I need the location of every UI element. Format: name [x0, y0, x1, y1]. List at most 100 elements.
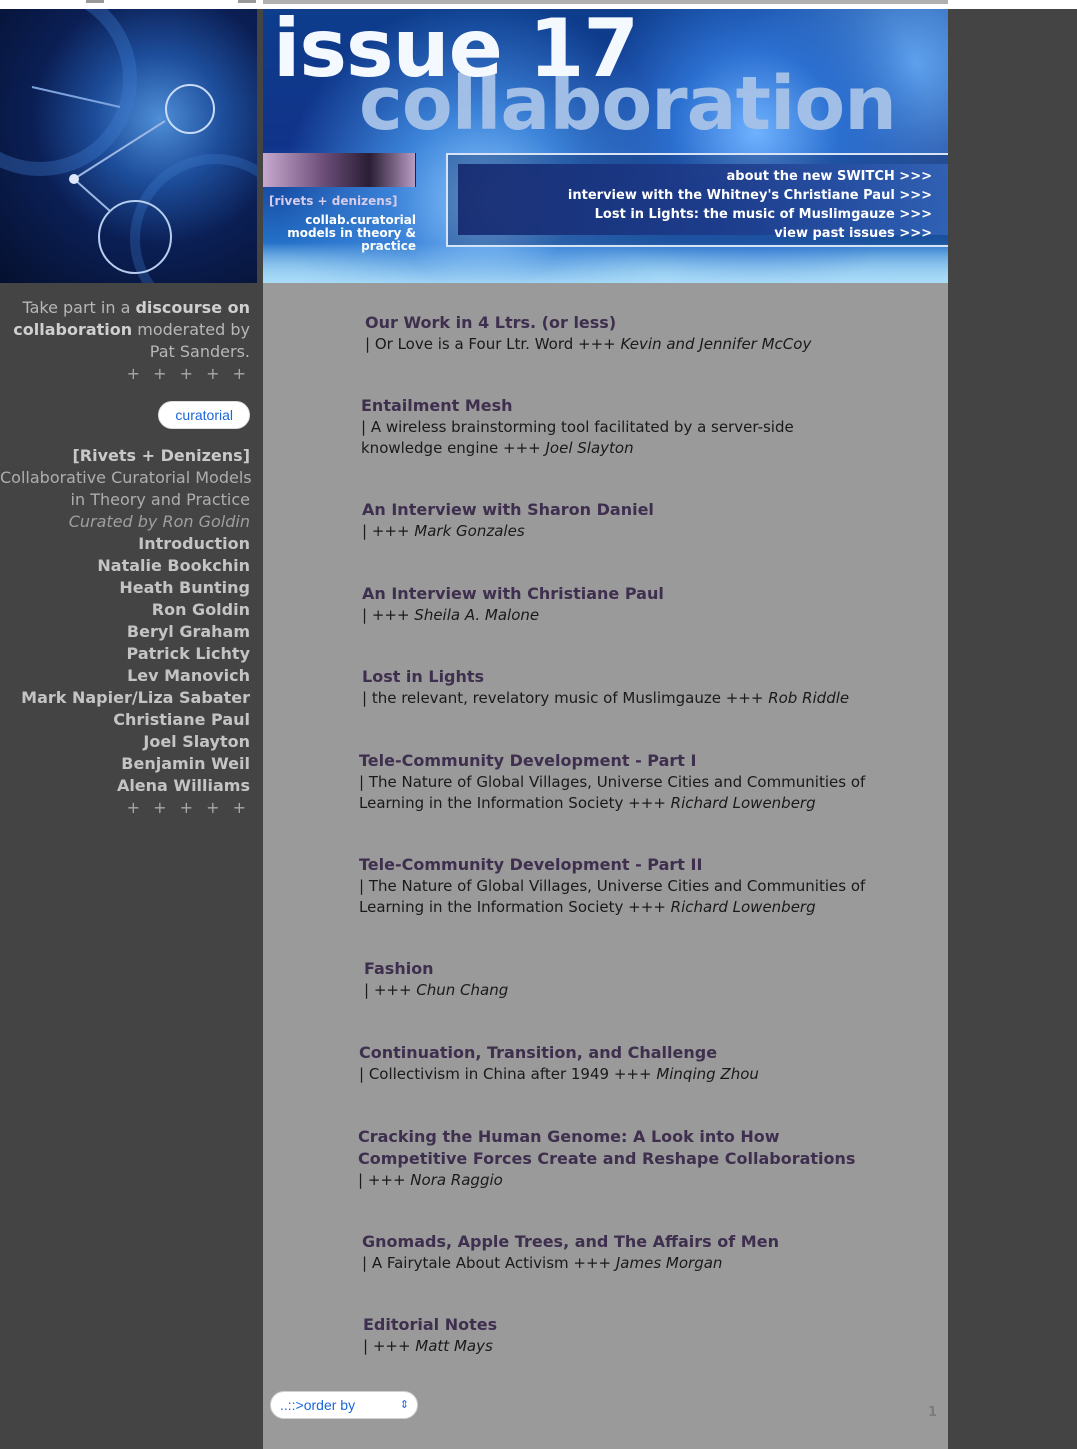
article-item: Entailment Mesh | A wireless brainstormi… [361, 395, 821, 459]
article-title[interactable]: Continuation, Transition, and Challenge [359, 1042, 879, 1064]
article-summary: | the relevant, revelatory music of Musl… [362, 689, 769, 707]
order-by-label: ..::>order by [280, 1397, 356, 1413]
article-item: Tele-Community Development - Part I | Th… [359, 750, 879, 814]
intro-text: Take part in a [22, 298, 136, 317]
article-item: Continuation, Transition, and Challenge … [359, 1042, 879, 1085]
article-author: Minqing Zhou [656, 1065, 759, 1083]
curatorial-button[interactable]: curatorial [158, 401, 250, 429]
article-author: Joel Slayton [545, 439, 634, 457]
sidebar-link-napier-sabater[interactable]: Mark Napier/Liza Sabater [0, 687, 250, 709]
sidebar-link-joel-slayton[interactable]: Joel Slayton [0, 731, 250, 753]
top-mark [86, 0, 104, 3]
article-author: James Morgan [615, 1254, 723, 1272]
article-item: Cracking the Human Genome: A Look into H… [358, 1126, 888, 1191]
article-desc: | The Nature of Global Villages, Univers… [359, 772, 879, 814]
sidebar-link-heath-bunting[interactable]: Heath Bunting [0, 577, 250, 599]
article-title[interactable]: Entailment Mesh [361, 395, 821, 417]
sidebar-link-lev-manovich[interactable]: Lev Manovich [0, 665, 250, 687]
article-author: Sheila A. Malone [414, 606, 540, 624]
article-author: Chun Chang [416, 981, 509, 999]
issue-banner: collaboration issue 17 [rivets + denizen… [263, 9, 948, 283]
section-title[interactable]: [Rivets + Denizens] [0, 445, 250, 467]
order-by-select[interactable]: ..::>order by ⇕ [270, 1391, 418, 1419]
sidebar-link-benjamin-weil[interactable]: Benjamin Weil [0, 753, 250, 775]
article-title[interactable]: An Interview with Sharon Daniel [362, 499, 862, 521]
banner-fade [263, 243, 948, 283]
sidebar-link-patrick-lichty[interactable]: Patrick Lichty [0, 643, 250, 665]
article-item: Lost in Lights | the relevant, revelator… [362, 666, 902, 709]
article-summary: | +++ [363, 1337, 416, 1355]
page-number: 1 [928, 1405, 938, 1420]
molecule-artwork [0, 9, 257, 283]
sidebar: Take part in a discourse on collaboratio… [0, 297, 252, 819]
sidebar-link-christiane-paul[interactable]: Christiane Paul [0, 709, 250, 731]
sidebar-link-alena-williams[interactable]: Alena Williams [0, 775, 250, 797]
article-desc: | +++ Nora Raggio [358, 1170, 888, 1191]
article-desc: | Collectivism in China after 1949 +++ M… [359, 1064, 879, 1085]
article-item: An Interview with Sharon Daniel | +++ Ma… [362, 499, 862, 542]
banner-link-list: about the new SWITCH >>> interview with … [568, 167, 932, 243]
article-author: Kevin and Jennifer McCoy [620, 335, 812, 353]
article-title[interactable]: Tele-Community Development - Part II [359, 854, 879, 876]
article-title[interactable]: An Interview with Christiane Paul [362, 583, 862, 605]
article-item: Editorial Notes | +++ Matt Mays [363, 1314, 863, 1357]
sidebar-link-ron-goldin[interactable]: Ron Goldin [0, 599, 250, 621]
article-title[interactable]: Our Work in 4 Ltrs. (or less) [365, 312, 865, 334]
article-desc: | +++ Mark Gonzales [362, 521, 862, 542]
article-item: An Interview with Christiane Paul | +++ … [362, 583, 862, 626]
plus-divider: + + + + + [126, 798, 250, 817]
article-title[interactable]: Gnomads, Apple Trees, and The Affairs of… [362, 1231, 902, 1253]
link-past-issues[interactable]: view past issues >>> [568, 224, 932, 243]
contributor-list: Introduction Natalie Bookchin Heath Bunt… [0, 533, 250, 797]
caption-tag: [rivets + denizens] [269, 194, 398, 208]
article-summary: | A Fairytale About Activism +++ [362, 1254, 616, 1272]
article-summary: | +++ [362, 606, 415, 624]
plus-divider: + + + + + [126, 364, 250, 383]
intro-text: moderated by Pat Sanders. [132, 320, 250, 361]
top-strip [0, 0, 1077, 9]
article-title[interactable]: Tele-Community Development - Part I [359, 750, 879, 772]
article-title[interactable]: Editorial Notes [363, 1314, 863, 1336]
banner-link-panel: about the new SWITCH >>> interview with … [446, 153, 948, 247]
article-summary: | +++ [362, 522, 415, 540]
article-desc: | the relevant, revelatory music of Musl… [362, 688, 902, 709]
caption-line: collab.curatorial [305, 213, 416, 227]
article-desc: | A Fairytale About Activism +++ James M… [362, 1253, 902, 1274]
top-mark [238, 0, 256, 3]
rivets-thumbnail[interactable] [263, 153, 416, 187]
curated-by: Curated by Ron Goldin [68, 512, 250, 531]
article-item: Tele-Community Development - Part II | T… [359, 854, 879, 918]
article-title[interactable]: Cracking the Human Genome: A Look into H… [358, 1126, 888, 1170]
issue-title: issue 17 [273, 9, 639, 95]
section-subtitle: Collaborative Curatorial Models [0, 468, 252, 487]
discourse-intro: Take part in a discourse on collaboratio… [0, 297, 250, 363]
article-author: Richard Lowenberg [670, 898, 816, 916]
link-christiane-paul-interview[interactable]: interview with the Whitney's Christiane … [568, 186, 932, 205]
article-desc: | A wireless brainstorming tool facilita… [361, 417, 821, 459]
article-item: Our Work in 4 Ltrs. (or less) | Or Love … [365, 312, 865, 355]
article-item: Gnomads, Apple Trees, and The Affairs of… [362, 1231, 902, 1274]
article-author: Mark Gonzales [414, 522, 525, 540]
article-summary: | Or Love is a Four Ltr. Word +++ [365, 335, 621, 353]
caption-line: models in theory & [287, 226, 416, 240]
article-author: Matt Mays [415, 1337, 493, 1355]
link-about-switch[interactable]: about the new SWITCH >>> [568, 167, 932, 186]
molecule-icon [0, 9, 257, 283]
article-desc: | Or Love is a Four Ltr. Word +++ Kevin … [365, 334, 865, 355]
article-author: Richard Lowenberg [670, 794, 816, 812]
article-summary: | Collectivism in China after 1949 +++ [359, 1065, 657, 1083]
link-lost-in-lights[interactable]: Lost in Lights: the music of Muslimgauze… [568, 205, 932, 224]
article-title[interactable]: Fashion [364, 958, 864, 980]
article-author: Nora Raggio [410, 1171, 503, 1189]
sidebar-link-beryl-graham[interactable]: Beryl Graham [0, 621, 250, 643]
section-subtitle: in Theory and Practice [70, 490, 250, 509]
article-desc: | +++ Sheila A. Malone [362, 605, 862, 626]
article-desc: | The Nature of Global Villages, Univers… [359, 876, 879, 918]
article-author: Rob Riddle [768, 689, 850, 707]
up-down-chevron-icon: ⇕ [399, 1399, 409, 1411]
top-divider [263, 0, 948, 4]
sidebar-link-introduction[interactable]: Introduction [0, 533, 250, 555]
article-desc: | +++ Matt Mays [363, 1336, 863, 1357]
article-title[interactable]: Lost in Lights [362, 666, 902, 688]
sidebar-link-natalie-bookchin[interactable]: Natalie Bookchin [0, 555, 250, 577]
